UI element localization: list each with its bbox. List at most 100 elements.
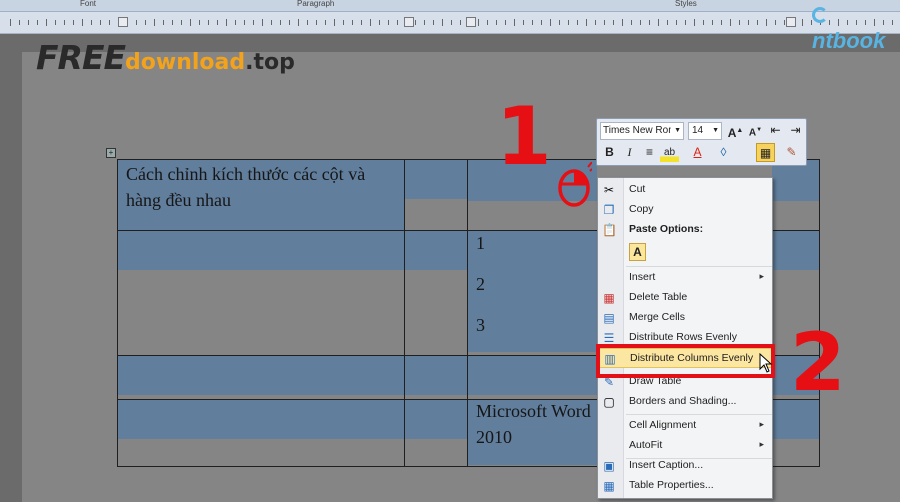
right-click-mouse-icon xyxy=(558,162,592,207)
menu-item-insert-caption[interactable]: ▣ Insert Caption... xyxy=(598,456,772,476)
ruler-tick xyxy=(334,19,335,26)
table-move-handle[interactable]: + xyxy=(106,148,116,158)
distribute-rows-icon: ☰ xyxy=(603,331,615,345)
table-cell[interactable] xyxy=(404,355,467,395)
submenu-arrow-icon: ▸ xyxy=(759,271,764,281)
menu-item-table-properties[interactable]: ▦ Table Properties... xyxy=(598,476,772,496)
italic-button[interactable]: I xyxy=(620,143,639,162)
format-painter-icon[interactable]: ✎ xyxy=(782,143,801,162)
table-cell-numbers[interactable] xyxy=(467,230,597,352)
font-name-box[interactable]: Times New Roman▼ xyxy=(600,122,684,140)
ruler-tick xyxy=(226,19,227,26)
ruler-tick xyxy=(19,20,20,25)
paste-keep-text-button[interactable]: A xyxy=(629,243,646,261)
ruler-tick xyxy=(523,20,524,25)
font-color-icon[interactable]: A xyxy=(688,143,707,162)
menu-item-merge-cells[interactable]: ▤ Merge Cells xyxy=(598,308,772,328)
chevron-down-icon[interactable]: ▼ xyxy=(712,123,719,139)
menu-item-autofit[interactable]: AutoFit ▸ xyxy=(598,436,772,456)
table-border xyxy=(467,159,468,467)
table-cell[interactable] xyxy=(772,230,820,270)
brand-c-icon xyxy=(812,7,828,23)
decrease-indent-icon[interactable]: ⇤ xyxy=(766,121,785,140)
ruler-tick xyxy=(73,20,74,25)
increase-indent-icon[interactable]: ⇥ xyxy=(786,121,805,140)
menu-item-delete-table[interactable]: ▦ Delete Table xyxy=(598,288,772,308)
step-2-label: 2 xyxy=(790,316,846,409)
ruler-tick xyxy=(442,19,443,26)
ruler-tick xyxy=(163,20,164,25)
table-border xyxy=(404,159,405,467)
shading-icon[interactable]: ◊ xyxy=(714,143,733,162)
ruler-tick xyxy=(55,20,56,25)
submenu-arrow-icon: ▸ xyxy=(759,439,764,449)
ruler-tick xyxy=(766,19,767,26)
ribbon-group-paragraph[interactable]: Paragraph xyxy=(297,0,334,8)
ruler-tick xyxy=(379,20,380,25)
table-cell[interactable] xyxy=(117,355,404,395)
ruler-tick xyxy=(532,20,533,25)
ruler-tick xyxy=(298,19,299,26)
ruler-tick xyxy=(460,20,461,25)
ruler-tick xyxy=(262,19,263,26)
font-size-box[interactable]: 14 ▼ xyxy=(688,122,722,140)
submenu-arrow-icon: ▸ xyxy=(759,419,764,429)
table-cell[interactable] xyxy=(117,230,404,270)
table-cell[interactable] xyxy=(117,399,404,439)
ruler-tick xyxy=(109,20,110,25)
ruler-tick xyxy=(424,20,425,25)
table-cell[interactable] xyxy=(404,159,467,199)
menu-item-insert[interactable]: Insert ▸ xyxy=(598,268,772,288)
menu-item-cut[interactable]: ✂ Cut xyxy=(598,180,772,200)
ribbon-group-font[interactable]: Font xyxy=(80,0,96,8)
ruler-tick xyxy=(433,20,434,25)
ruler-tick xyxy=(559,20,560,25)
ruler-column-marker[interactable] xyxy=(466,17,476,27)
ruler-tick xyxy=(316,20,317,25)
borders-icon[interactable]: ▦ xyxy=(756,143,775,162)
borders-icon: ▢ xyxy=(603,395,615,409)
ruler-tick xyxy=(694,19,695,26)
menu-item-label: Table Properties... xyxy=(629,479,714,491)
ribbon-group-styles[interactable]: Styles xyxy=(675,0,697,8)
shrink-font-icon[interactable]: A▼ xyxy=(746,121,765,140)
table-cell[interactable] xyxy=(467,355,597,395)
menu-item-borders-shading[interactable]: ▢ Borders and Shading... xyxy=(598,392,772,412)
chevron-down-icon[interactable]: ▼ xyxy=(674,123,681,139)
ruler-column-marker[interactable] xyxy=(786,17,796,27)
highlight-icon[interactable]: ab xyxy=(660,143,679,162)
bold-button[interactable]: B xyxy=(600,143,619,162)
ruler-tick xyxy=(28,20,29,25)
menu-item-paste-options: 📋 Paste Options: xyxy=(598,220,772,240)
menu-item-cell-alignment[interactable]: Cell Alignment ▸ xyxy=(598,416,772,436)
ruler-tick xyxy=(352,20,353,25)
mini-toolbar: Times New Roman▼ 14▼ A▲ A▼ ⇤ ⇥ B I ≡ ab … xyxy=(596,118,807,166)
ruler-tick xyxy=(649,20,650,25)
menu-item-label: Insert xyxy=(629,271,656,283)
watermark-top: .top xyxy=(245,50,295,75)
ruler-tick xyxy=(343,20,344,25)
ruler-tick xyxy=(730,19,731,26)
ruler-column-marker[interactable] xyxy=(404,17,414,27)
table-app-text: Microsoft Word 2010 xyxy=(476,401,591,447)
table-cell[interactable] xyxy=(404,399,467,439)
ruler-tick xyxy=(208,20,209,25)
ruler-tick xyxy=(478,19,479,26)
horizontal-ruler[interactable] xyxy=(0,12,900,34)
table-cell[interactable] xyxy=(404,230,467,270)
font-size-value: 14 xyxy=(692,125,704,136)
copy-icon: ❐ xyxy=(603,203,615,217)
ruler-column-marker[interactable] xyxy=(118,17,128,27)
ruler-tick xyxy=(667,20,668,25)
ruler-tick xyxy=(505,20,506,25)
ruler-tick xyxy=(82,19,83,26)
center-align-icon[interactable]: ≡ xyxy=(640,143,659,162)
menu-item-copy[interactable]: ❐ Copy xyxy=(598,200,772,220)
ruler-tick xyxy=(739,20,740,25)
menu-item-label: Borders and Shading... xyxy=(629,395,737,407)
table-title-text: Cách chỉnh kích thước các cột và hàng đề… xyxy=(126,164,366,210)
menu-item-label: Cell Alignment xyxy=(629,419,697,431)
grow-font-icon[interactable]: A▲ xyxy=(726,121,745,140)
ruler-tick xyxy=(712,20,713,25)
ruler-tick xyxy=(541,20,542,25)
